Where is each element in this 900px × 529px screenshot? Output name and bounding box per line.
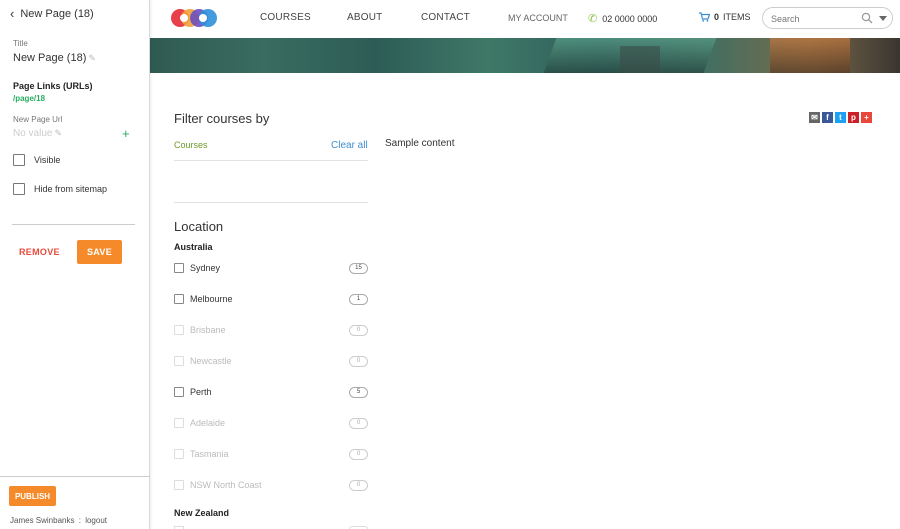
back-button[interactable]: ‹ New Page (18) [10, 6, 94, 21]
twitter-icon[interactable]: t [835, 112, 846, 123]
user-name: James Swinbanks [10, 516, 75, 525]
hide-sitemap-checkbox[interactable]: Hide from sitemap [13, 183, 107, 195]
filter-title: Filter courses by [174, 111, 270, 126]
checkbox [174, 325, 184, 335]
page-links-heading: Page Links (URLs) [13, 81, 93, 91]
facebook-icon[interactable]: f [822, 112, 833, 123]
visible-checkbox[interactable]: Visible [13, 154, 60, 166]
title-value: New Page (18) [13, 52, 87, 64]
title-label: Title [13, 39, 28, 48]
cms-sidebar: ‹ New Page (18) Title New Page (18) ✎ Pag… [0, 0, 150, 529]
location-filter-adelaide: Adelaide 0 [174, 416, 368, 430]
phone-icon: ✆ [588, 13, 598, 25]
user-separator: : [78, 516, 81, 525]
cart-label: ITEMS [723, 12, 751, 22]
sample-content-text: Sample content [385, 138, 455, 149]
search-box [762, 7, 893, 29]
location-label: Sydney [190, 263, 221, 273]
phone-link[interactable]: ✆ 02 0000 0000 [588, 12, 657, 25]
nav-about[interactable]: ABOUT [347, 12, 382, 23]
count-badge: 15 [349, 262, 368, 274]
location-label: Brisbane [190, 325, 226, 335]
count-badge: 0 [349, 417, 368, 429]
search-icon[interactable] [861, 12, 873, 24]
location-label: Tasmania [190, 449, 229, 459]
new-url-field[interactable]: No value ✎ [13, 128, 62, 139]
pencil-icon: ✎ [88, 53, 96, 63]
location-filter-tasmania: Tasmania 0 [174, 447, 368, 461]
save-button[interactable]: SAVE [77, 240, 122, 264]
location-filter-newcastle: Newcastle 0 [174, 354, 368, 368]
nav-contact[interactable]: CONTACT [421, 12, 470, 23]
clear-all-link[interactable]: Clear all [331, 140, 368, 151]
back-label: New Page (18) [20, 8, 94, 20]
checkbox [174, 418, 184, 428]
remove-button[interactable]: REMOVE [19, 247, 60, 257]
search-input[interactable] [771, 12, 856, 25]
cart-count: 0 [714, 12, 720, 22]
location-filter-perth[interactable]: Perth 5 [174, 385, 368, 399]
location-title: Location [174, 219, 224, 234]
location-filter-sydney[interactable]: Sydney 15 [174, 261, 368, 275]
checkbox[interactable] [174, 387, 184, 397]
count-badge: 0 [349, 355, 368, 367]
chevron-down-icon[interactable] [878, 13, 888, 23]
location-filter-melbourne[interactable]: Melbourne 1 [174, 292, 368, 306]
site-logo[interactable] [170, 7, 218, 29]
checkbox-box[interactable] [13, 154, 25, 166]
cart-link[interactable]: 0 ITEMS [699, 12, 751, 22]
checkbox[interactable] [174, 294, 184, 304]
sidebar-footer-divider [0, 476, 150, 477]
chevron-left-icon: ‹ [10, 6, 15, 21]
share-icons: ✉ f t p + [809, 112, 872, 123]
count-badge: 0 [349, 324, 368, 336]
new-url-placeholder: No value [13, 128, 53, 139]
count-badge: 0 [349, 448, 368, 460]
checkbox [174, 480, 184, 490]
pencil-icon: ✎ [54, 128, 63, 138]
email-icon[interactable]: ✉ [809, 112, 820, 123]
nav-courses[interactable]: COURSES [260, 12, 311, 23]
location-label: Perth [190, 387, 212, 397]
cart-icon [699, 12, 710, 22]
checkbox[interactable] [174, 263, 184, 273]
page-link-path[interactable]: /page/18 [13, 94, 45, 103]
count-badge: 5 [349, 386, 368, 398]
visible-label: Visible [34, 155, 61, 165]
checkbox [174, 356, 184, 366]
region-heading: New Zealand [174, 508, 230, 518]
phone-number: 02 0000 0000 [602, 13, 658, 24]
new-url-label: New Page Url [13, 115, 63, 124]
filter-courses-tab[interactable]: Courses [174, 140, 208, 150]
checkbox [174, 449, 184, 459]
location-filter-brisbane: Brisbane 0 [174, 323, 368, 337]
sidebar-divider [12, 224, 135, 225]
location-label: NSW North Coast [190, 480, 262, 490]
filter-divider [174, 160, 368, 161]
publish-button[interactable]: PUBLISH [9, 486, 56, 506]
hide-sitemap-label: Hide from sitemap [34, 184, 108, 194]
checkbox-box[interactable] [13, 183, 25, 195]
user-info: James Swinbanks : logout [10, 516, 107, 525]
location-label: Adelaide [190, 418, 226, 428]
region-heading: Australia [174, 242, 213, 252]
logout-link[interactable]: logout [85, 516, 107, 525]
site-header: COURSES ABOUT CONTACT MY ACCOUNT ✆ 02 00… [150, 0, 900, 38]
filter-divider [174, 202, 368, 203]
more-share-icon[interactable]: + [861, 112, 872, 123]
location-label: Newcastle [190, 356, 232, 366]
title-field[interactable]: New Page (18) ✎ [13, 52, 96, 64]
plus-icon[interactable]: + [122, 126, 130, 141]
location-filter-nsw-north-coast: NSW North Coast 0 [174, 478, 368, 492]
my-account-link[interactable]: MY ACCOUNT [508, 13, 568, 23]
location-label: Melbourne [190, 294, 233, 304]
count-badge: 0 [349, 479, 368, 491]
hero-banner-image [150, 38, 900, 73]
pinterest-icon[interactable]: p [848, 112, 859, 123]
count-badge: 1 [349, 293, 368, 305]
